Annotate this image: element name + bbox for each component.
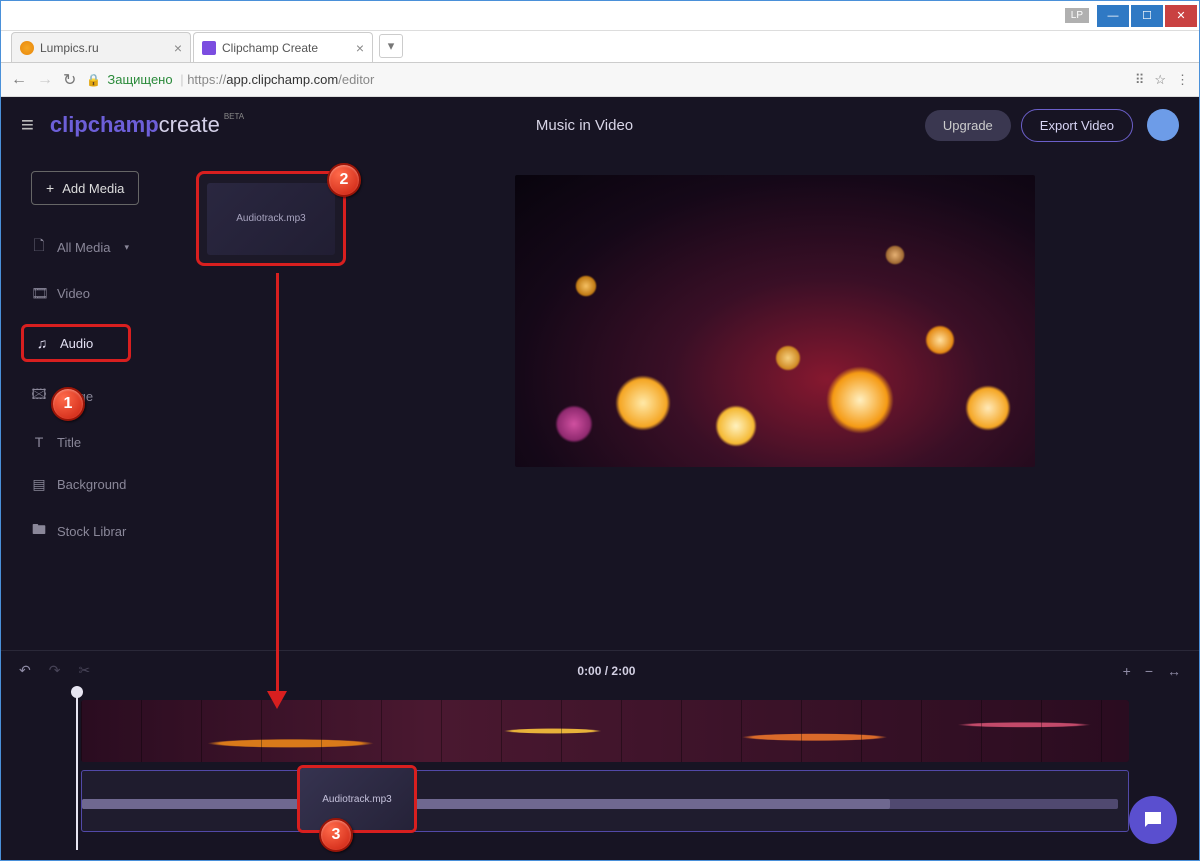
menu-button[interactable]: ⋮: [1176, 72, 1189, 88]
sidebar-item-label: Background: [57, 477, 126, 492]
preview-panel: [381, 153, 1199, 650]
forward-button[interactable]: →: [37, 71, 53, 89]
tab-close-button[interactable]: ×: [174, 40, 182, 56]
maximize-button[interactable]: ☐: [1131, 5, 1163, 27]
title-icon: T: [31, 434, 47, 450]
favicon-icon: [20, 41, 34, 55]
minimize-icon: —: [1108, 10, 1119, 22]
tutorial-badge-2: 2: [327, 163, 361, 197]
fit-button[interactable]: ↔: [1167, 663, 1181, 679]
upgrade-button[interactable]: Upgrade: [925, 110, 1011, 141]
star-button[interactable]: ☆: [1154, 72, 1166, 88]
close-button[interactable]: ✕: [1165, 5, 1197, 27]
sidebar-item-background[interactable]: ▤ Background: [31, 472, 361, 497]
sidebar-item-title[interactable]: T Title: [31, 430, 361, 454]
audio-icon: ♫: [34, 335, 50, 351]
sidebar-item-label: Video: [57, 286, 90, 301]
media-thumbnail[interactable]: Audiotrack.mp3: [196, 171, 346, 266]
tutorial-arrow: [276, 273, 279, 693]
zoom-in-button[interactable]: +: [1123, 663, 1131, 679]
stock-icon: 🖿: [31, 519, 47, 543]
browser-window: LP — ☐ ✕ Lumpics.ru × Clipchamp Create ×…: [0, 0, 1200, 861]
minimize-button[interactable]: —: [1097, 5, 1129, 27]
main: + Add Media 🗋 All Media ▾ 🎞 Video ♫: [1, 153, 1199, 650]
sidebar-item-label: Title: [57, 435, 81, 450]
app-header: ≡ clipchampcreateBETA Music in Video Upg…: [1, 97, 1199, 153]
project-title[interactable]: Music in Video: [244, 117, 925, 134]
sidebar-item-video[interactable]: 🎞 Video: [31, 281, 361, 306]
app: ≡ clipchampcreateBETA Music in Video Upg…: [1, 97, 1199, 860]
image-icon: 🖾: [31, 384, 47, 408]
tutorial-badge-3: 3: [319, 818, 353, 852]
zoom-out-button[interactable]: −: [1145, 663, 1153, 679]
sidebar-item-label: Audio: [60, 336, 93, 351]
file-icon: 🗋: [31, 235, 47, 259]
sidebar-item-label: Stock Librar: [57, 524, 126, 539]
add-media-label: Add Media: [62, 181, 124, 196]
tutorial-badge-1: 1: [51, 387, 85, 421]
back-button[interactable]: ←: [11, 71, 27, 89]
cut-button[interactable]: ✂: [78, 662, 90, 679]
reload-button[interactable]: ↻: [63, 70, 76, 90]
favicon-icon: [202, 41, 216, 55]
lock-icon: 🔒: [86, 73, 101, 87]
chat-button[interactable]: [1129, 796, 1177, 844]
plus-icon: +: [46, 180, 54, 196]
address-bar: ← → ↻ 🔒 Защищено | https://app.clipchamp…: [1, 63, 1199, 97]
tab-lumpics[interactable]: Lumpics.ru ×: [11, 32, 191, 62]
tab-close-button[interactable]: ×: [356, 40, 364, 56]
timeline-toolbar: ↶ ↷ ✂ 0:00 / 2:00 + − ↔: [1, 650, 1199, 690]
titlebar: LP — ☐ ✕: [1, 1, 1199, 31]
undo-button[interactable]: ↶: [19, 662, 31, 679]
tab-title: Lumpics.ru: [40, 41, 99, 55]
tutorial-arrow-head: [267, 691, 287, 709]
translate-button[interactable]: ⠿: [1135, 72, 1145, 88]
url-text: https://app.clipchamp.com/editor: [187, 72, 374, 87]
playhead[interactable]: [76, 690, 78, 850]
timeline[interactable]: Audiotrack.mp3: [1, 690, 1199, 860]
maximize-icon: ☐: [1142, 9, 1152, 22]
lp-badge: LP: [1065, 8, 1089, 23]
add-media-button[interactable]: + Add Media: [31, 171, 139, 205]
sidebar-item-stock[interactable]: 🖿 Stock Librar: [31, 515, 361, 547]
video-preview[interactable]: [515, 175, 1035, 467]
sidebar-item-label: All Media: [57, 240, 110, 255]
new-tab-button[interactable]: ▾: [379, 34, 403, 58]
avatar[interactable]: [1147, 109, 1179, 141]
side-list: 🗋 All Media ▾ 🎞 Video ♫ Audio 🖾 Ima: [31, 231, 361, 547]
timeline-audio-clip[interactable]: Audiotrack.mp3: [297, 765, 417, 833]
media-thumbnail-label: Audiotrack.mp3: [207, 183, 335, 255]
secure-label: Защищено: [107, 72, 172, 87]
logo: clipchampcreateBETA: [50, 112, 244, 138]
hamburger-button[interactable]: ≡: [21, 112, 34, 138]
timeline-audio-label: Audiotrack.mp3: [300, 768, 414, 830]
video-icon: 🎞: [31, 285, 47, 302]
playtime: 0:00 / 2:00: [90, 664, 1122, 678]
audio-track[interactable]: Audiotrack.mp3: [81, 770, 1129, 832]
video-track[interactable]: [81, 700, 1129, 762]
sidebar-item-audio[interactable]: ♫ Audio: [21, 324, 131, 362]
tab-title: Clipchamp Create: [222, 41, 318, 55]
redo-button[interactable]: ↷: [49, 662, 61, 679]
chevron-down-icon: ▾: [124, 242, 129, 253]
url-field[interactable]: 🔒 Защищено | https://app.clipchamp.com/e…: [86, 72, 1124, 87]
background-icon: ▤: [31, 476, 47, 493]
tab-clipchamp[interactable]: Clipchamp Create ×: [193, 32, 373, 62]
chat-icon: [1141, 808, 1165, 832]
export-button[interactable]: Export Video: [1021, 109, 1133, 142]
close-icon: ✕: [1176, 9, 1185, 22]
tab-bar: Lumpics.ru × Clipchamp Create × ▾: [1, 31, 1199, 63]
